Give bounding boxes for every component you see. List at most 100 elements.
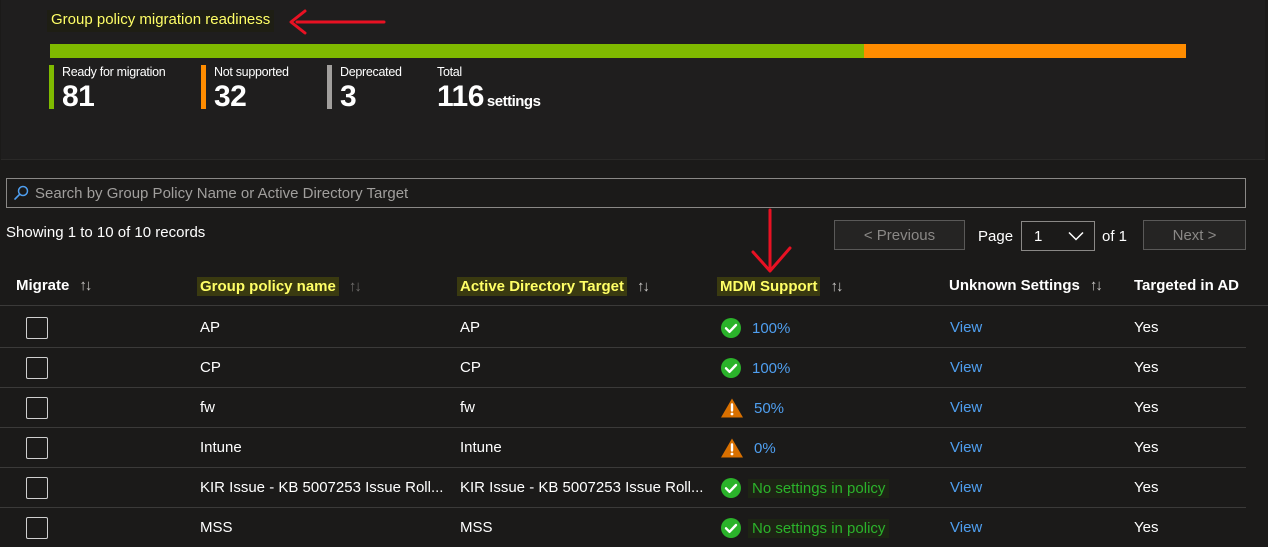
active-directory-target: MSS <box>460 519 493 536</box>
stat-value: 116 settings <box>437 80 541 114</box>
table-row: KIR Issue - KB 5007253 Issue Roll... KIR … <box>0 468 1246 508</box>
active-directory-target: KIR Issue - KB 5007253 Issue Roll... <box>460 479 704 496</box>
migrate-checkbox[interactable] <box>26 517 48 539</box>
stat-value: 81 <box>62 80 95 113</box>
stat-unit: settings <box>486 93 541 110</box>
sort-icon[interactable]: ↑↓ <box>349 278 362 295</box>
chevron-down-icon <box>1068 231 1084 241</box>
active-directory-target: Intune <box>460 439 502 456</box>
table-header: Migrate ↑↓ Group policy name ↑↓ Active D… <box>0 268 1268 306</box>
search-icon <box>13 185 35 201</box>
column-label: Group policy name <box>197 277 339 296</box>
mdm-support-value[interactable]: 100% <box>752 320 790 337</box>
migration-readiness-panel: Group policy migration readiness Ready f… <box>1 0 1265 160</box>
table-row: fw fw 50% View Yes <box>0 388 1246 428</box>
table-row: Intune Intune 0% View Yes <box>0 428 1246 468</box>
targeted-in-ad: Yes <box>1134 519 1159 536</box>
mdm-support: 100% <box>720 317 790 339</box>
warning-icon <box>720 397 744 419</box>
sort-icon[interactable]: ↑↓ <box>830 278 843 295</box>
stat-marker-deprecated <box>327 65 332 109</box>
page-label: Page <box>978 228 1014 245</box>
targeted-in-ad: Yes <box>1134 399 1159 416</box>
check-circle-icon <box>720 317 742 339</box>
mdm-support-value[interactable]: 50% <box>754 400 784 417</box>
page-select-value: 1 <box>1034 227 1043 245</box>
group-policy-name: CP <box>200 359 221 376</box>
targeted-in-ad: Yes <box>1134 319 1159 336</box>
mdm-support-value: No settings in policy <box>748 518 890 538</box>
stat-label: Deprecated <box>340 65 402 79</box>
unknown-settings-view-link[interactable]: View <box>950 359 982 376</box>
targeted-in-ad: Yes <box>1134 479 1159 496</box>
table-row: AP AP 100% View Yes <box>0 308 1246 348</box>
panel-title: Group policy migration readiness <box>47 10 275 32</box>
bar-segment-not-supported <box>864 44 1186 58</box>
stat-value: 3 <box>340 80 357 113</box>
bar-segment-ready <box>50 44 865 58</box>
column-label: Unknown Settings <box>949 277 1080 294</box>
mdm-support-value[interactable]: 100% <box>752 360 790 377</box>
stat-marker-ready <box>49 65 54 109</box>
active-directory-target: CP <box>460 359 481 376</box>
stat-value: 32 <box>214 80 247 113</box>
migrate-checkbox[interactable] <box>26 357 48 379</box>
group-policy-name: MSS <box>200 519 233 536</box>
targeted-in-ad: Yes <box>1134 439 1159 456</box>
check-circle-icon <box>720 517 742 539</box>
column-header-active-directory-target[interactable]: Active Directory Target ↑↓ <box>457 277 650 296</box>
stat-marker-not-supported <box>201 65 206 109</box>
column-label: MDM Support <box>717 277 821 296</box>
group-policy-name: KIR Issue - KB 5007253 Issue Roll... <box>200 479 444 496</box>
annotation-arrow-down <box>751 208 792 273</box>
column-header-group-policy-name[interactable]: Group policy name ↑↓ <box>197 277 362 296</box>
group-policy-name: Intune <box>200 439 242 456</box>
records-count: Showing 1 to 10 of 10 records <box>6 224 206 241</box>
sort-icon[interactable]: ↑↓ <box>79 277 92 294</box>
stat-label: Ready for migration <box>62 65 166 79</box>
check-circle-icon <box>720 357 742 379</box>
stat-label: Total <box>437 65 462 79</box>
column-header-mdm-support[interactable]: MDM Support ↑↓ <box>717 277 843 296</box>
next-button[interactable]: Next > <box>1143 220 1246 250</box>
migrate-checkbox[interactable] <box>26 397 48 419</box>
sort-icon[interactable]: ↑↓ <box>1090 277 1103 294</box>
annotation-arrow-left <box>289 9 386 35</box>
check-circle-icon <box>720 477 742 499</box>
mdm-support: No settings in policy <box>720 517 890 539</box>
mdm-support-value: No settings in policy <box>748 478 890 498</box>
page-of-label: of 1 <box>1102 228 1128 245</box>
active-directory-target: AP <box>460 319 481 336</box>
unknown-settings-view-link[interactable]: View <box>950 399 982 416</box>
active-directory-target: fw <box>460 399 475 416</box>
migrate-checkbox[interactable] <box>26 317 48 339</box>
unknown-settings-view-link[interactable]: View <box>950 519 982 536</box>
mdm-support-value[interactable]: 0% <box>754 440 776 457</box>
group-policy-name: AP <box>200 319 221 336</box>
table-row: CP CP 100% View Yes <box>0 348 1246 388</box>
column-header-unknown-settings[interactable]: Unknown Settings ↑↓ <box>949 277 1103 294</box>
search-input[interactable] <box>35 184 1245 202</box>
column-label: Active Directory Target <box>457 277 627 296</box>
migrate-checkbox[interactable] <box>26 437 48 459</box>
group-policy-name: fw <box>200 399 215 416</box>
column-label: Targeted in AD <box>1134 277 1240 294</box>
mdm-support: No settings in policy <box>720 477 890 499</box>
readiness-progress-bar <box>50 44 1186 58</box>
unknown-settings-view-link[interactable]: View <box>950 319 982 336</box>
table-row: MSS MSS No settings in policy View Yes <box>0 508 1246 547</box>
warning-icon <box>720 437 744 459</box>
previous-button[interactable]: < Previous <box>834 220 965 250</box>
page-select[interactable]: 1 <box>1021 221 1095 251</box>
stat-label: Not supported <box>214 65 289 79</box>
column-header-targeted-in-ad[interactable]: Targeted in AD <box>1134 277 1239 294</box>
sort-icon[interactable]: ↑↓ <box>637 278 650 295</box>
unknown-settings-view-link[interactable]: View <box>950 439 982 456</box>
stat-total-value: 116 <box>437 80 484 113</box>
column-header-migrate[interactable]: Migrate ↑↓ <box>16 277 92 294</box>
mdm-support: 0% <box>720 437 776 459</box>
mdm-support: 100% <box>720 357 790 379</box>
unknown-settings-view-link[interactable]: View <box>950 479 982 496</box>
migrate-checkbox[interactable] <box>26 477 48 499</box>
search-box[interactable] <box>6 178 1246 208</box>
